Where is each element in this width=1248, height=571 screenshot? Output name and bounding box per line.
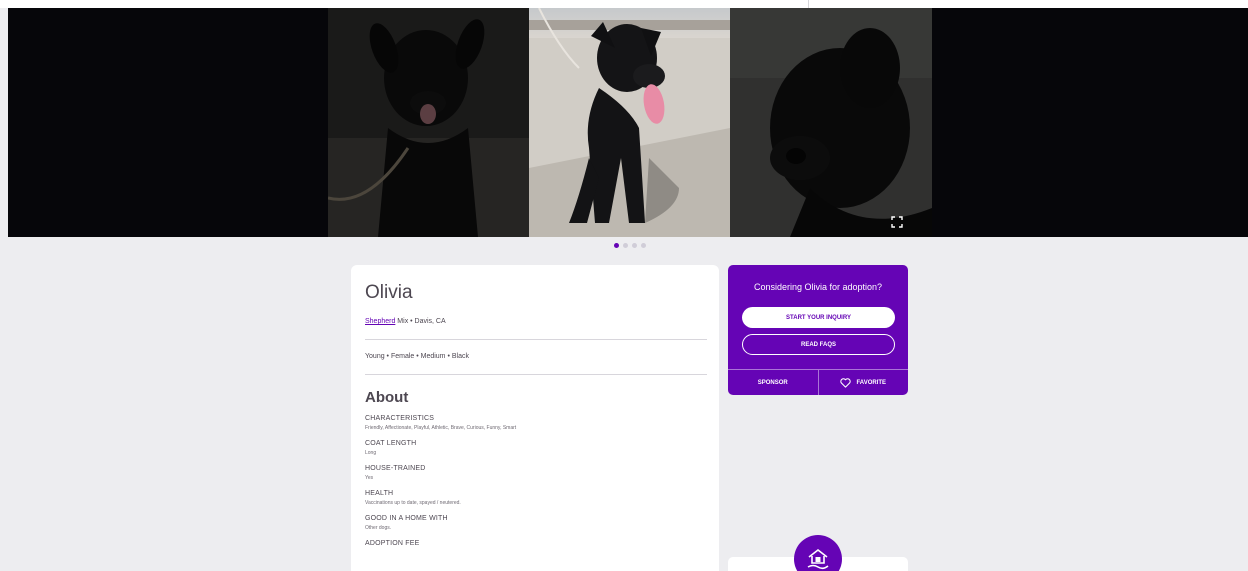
dog-photo-right[interactable] (730, 8, 932, 237)
detail-value: Other dogs. (365, 525, 392, 531)
detail-health: HEALTH Vaccinations up to date, spayed /… (365, 490, 705, 506)
breed-location-text: Mix • Davis, CA (395, 318, 446, 325)
breed-location-line: Shepherd Mix • Davis, CA (365, 318, 705, 325)
pet-attributes: Young • Female • Medium • Black (365, 353, 469, 360)
carousel-dot-4[interactable] (641, 243, 646, 248)
detail-value: Vaccinations up to date, spayed / neuter… (365, 500, 461, 506)
detail-label: HEALTH (365, 490, 394, 497)
tick-mark (808, 0, 809, 8)
detail-label: COAT LENGTH (365, 440, 417, 447)
divider (365, 339, 707, 340)
favorite-button[interactable]: FAVORITE (817, 370, 909, 395)
sponsor-button[interactable]: SPONSOR (728, 370, 818, 395)
detail-good-in-home-with: GOOD IN A HOME WITH Other dogs. (365, 515, 705, 531)
favorite-label: FAVORITE (856, 379, 887, 386)
detail-label: HOUSE-TRAINED (365, 465, 426, 472)
detail-adoption-fee: ADOPTION FEE (365, 540, 705, 547)
home-hand-icon (794, 535, 842, 571)
detail-value: Yes (365, 475, 374, 481)
detail-label: ADOPTION FEE (365, 540, 420, 547)
detail-value: Friendly, Affectionate, Playful, Athleti… (365, 425, 517, 431)
detail-label: CHARACTERISTICS (365, 415, 435, 422)
carousel-pagination (614, 243, 646, 248)
carousel-dot-1[interactable] (614, 243, 619, 248)
detail-coat-length: COAT LENGTH Long (365, 440, 705, 456)
detail-house-trained: HOUSE-TRAINED Yes (365, 465, 705, 481)
adoption-heading: Considering Olivia for adoption? (753, 282, 883, 292)
detail-value: Long (365, 450, 377, 456)
dog-photo-2 (529, 8, 730, 237)
dog-photo-center[interactable] (529, 8, 730, 237)
adoption-panel-footer: SPONSOR FAVORITE (728, 369, 908, 395)
detail-label: GOOD IN A HOME WITH (365, 515, 448, 522)
pet-name: Olivia (365, 282, 413, 303)
photo-dim-overlay (730, 8, 932, 237)
top-strip (0, 0, 1248, 8)
dog-photo-left[interactable] (328, 8, 529, 237)
breed-link[interactable]: Shepherd (365, 318, 395, 325)
divider (365, 374, 707, 375)
adoption-panel: Considering Olivia for adoption? START Y… (728, 265, 908, 395)
carousel-dot-2[interactable] (623, 243, 628, 248)
heart-icon (840, 377, 852, 388)
read-faqs-button[interactable]: READ FAQS (742, 334, 895, 355)
pet-details-card: Olivia Shepherd Mix • Davis, CA Young • … (351, 265, 719, 571)
photo-dim-overlay (328, 8, 529, 237)
carousel-dot-3[interactable] (632, 243, 637, 248)
detail-characteristics: CHARACTERISTICS Friendly, Affectionate, … (365, 415, 705, 431)
sponsor-label: SPONSOR (757, 379, 788, 386)
photo-carousel[interactable] (8, 8, 1248, 237)
about-heading: About (365, 389, 409, 406)
start-inquiry-button[interactable]: START YOUR INQUIRY (742, 307, 895, 328)
expand-icon[interactable] (890, 215, 904, 229)
